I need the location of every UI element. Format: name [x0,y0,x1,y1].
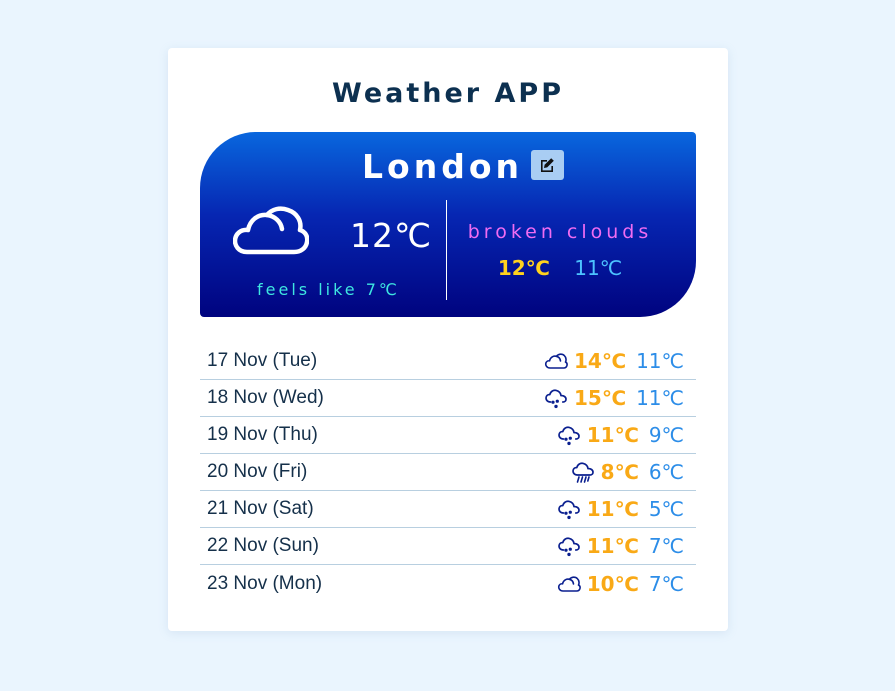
panel-divider [446,200,447,300]
city-name: London [362,147,523,186]
forecast-list: 17 Nov (Tue) 14℃ 11℃ 18 Nov (Wed) 15℃ 11℃ 19 N… [200,343,696,602]
cloud-rain-icon [545,389,567,409]
cloud-icon [233,206,309,255]
cloud-rain-icon [557,500,580,520]
current-low: 11℃ [574,256,623,280]
forecast-date: 20 Nov (Fri) [207,461,308,482]
cloud-icon [544,353,568,369]
current-high-low: 12℃ 11℃ [448,256,672,280]
forecast-low: 9℃ [648,423,684,447]
forecast-high: 11℃ [586,497,639,521]
forecast-high: 11℃ [586,534,639,558]
forecast-row: 17 Nov (Tue) 14℃ 11℃ [200,343,696,380]
forecast-date: 23 Nov (Mon) [207,572,323,594]
forecast-temps: 8℃ 6℃ [571,460,684,484]
forecast-row: 22 Nov (Sun) 11℃ 7℃ [200,528,696,565]
forecast-low: 7℃ [648,534,684,558]
weather-description: broken clouds [467,221,653,243]
forecast-date: 17 Nov (Tue) [207,350,318,371]
forecast-row: 23 Nov (Mon) 10℃ 7℃ [200,565,696,602]
forecast-high: 8℃ [600,460,639,484]
forecast-high: 11℃ [586,423,639,447]
current-weather-panel: London 12℃ feels like 7℃ broken clouds 1… [200,132,696,317]
edit-city-button[interactable] [530,150,564,180]
app-title: Weather APP [332,78,564,109]
forecast-date: 21 Nov (Sat) [207,498,314,519]
forecast-temps: 10℃ 7℃ [557,572,684,596]
current-high: 12℃ [497,256,550,280]
forecast-low: 11℃ [636,386,684,410]
feels-like-text: feels like 7℃ [257,280,400,299]
forecast-high: 10℃ [586,571,639,596]
city-header: London [200,147,696,187]
forecast-row: 18 Nov (Wed) 15℃ 11℃ [200,380,696,417]
forecast-low: 5℃ [648,497,684,521]
forecast-temps: 11℃ 5℃ [557,497,684,521]
forecast-low: 7℃ [648,571,684,596]
forecast-low: 11℃ [636,349,684,373]
forecast-row: 20 Nov (Fri) 8℃ 6℃ [200,454,696,491]
forecast-temps: 11℃ 7℃ [557,534,684,558]
weather-card: Weather APP London 12℃ feels like 7℃ bro… [168,48,728,631]
cloud-rain-icon [557,426,580,446]
forecast-low: 6℃ [648,460,684,484]
forecast-temps: 11℃ 9℃ [557,423,684,447]
forecast-high: 14℃ [574,349,627,373]
cloud-rain-icon [557,537,580,557]
forecast-date: 22 Nov (Sun) [207,535,319,556]
edit-icon [541,158,555,172]
cloud-showers-icon [571,462,594,483]
forecast-row: 21 Nov (Sat) 11℃ 5℃ [200,491,696,528]
cloud-icon [557,575,581,592]
forecast-date: 19 Nov (Thu) [207,424,318,445]
forecast-temps: 15℃ 11℃ [544,386,684,410]
forecast-high: 15℃ [574,386,627,410]
forecast-row: 19 Nov (Thu) 11℃ 9℃ [200,417,696,454]
forecast-temps: 14℃ 11℃ [544,349,684,373]
forecast-date: 18 Nov (Wed) [207,387,324,408]
current-temperature: 12℃ [350,216,433,255]
